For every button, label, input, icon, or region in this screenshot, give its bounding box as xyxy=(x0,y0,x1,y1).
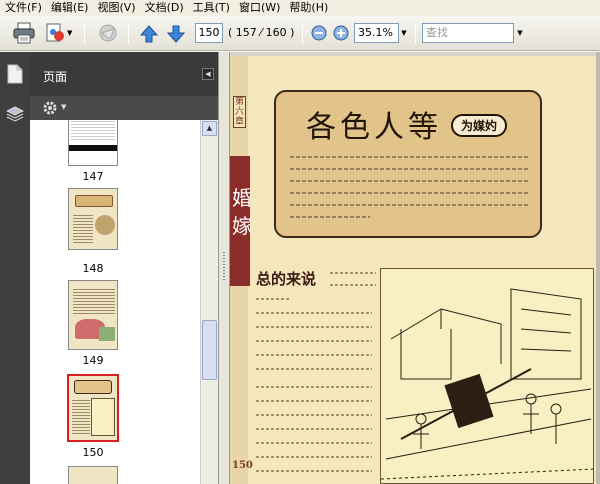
text-line xyxy=(256,340,372,342)
toolbar: ▼ 150 ( 157 ⁄ 160 ) 35.1% ▼ 查找 ▼ xyxy=(0,16,600,51)
text-line xyxy=(290,156,530,158)
toolbar-separator xyxy=(302,24,303,44)
menu-document[interactable]: 文档(D) xyxy=(144,1,192,15)
chapter-tag: 第六章 xyxy=(233,96,246,128)
panel-splitter[interactable] xyxy=(218,52,230,484)
page-title: 各色人等 xyxy=(306,110,442,145)
pages-panel-header: 页面 ◀ xyxy=(30,52,218,96)
text-line xyxy=(256,442,372,444)
document-view[interactable]: 第六章 婚嫁 各色人等 为媒妁 总的来说 150 xyxy=(230,52,600,484)
prev-page-icon[interactable] xyxy=(139,24,159,47)
text-line xyxy=(290,192,530,194)
thumbnail-label: 149 xyxy=(82,354,104,367)
text-line xyxy=(256,368,372,370)
options-dropdown-icon[interactable]: ▼ xyxy=(61,103,66,111)
layers-panel-icon[interactable] xyxy=(5,106,25,125)
text-line xyxy=(290,204,530,206)
scroll-thumb[interactable] xyxy=(202,320,217,380)
search-input[interactable]: 查找 xyxy=(422,23,514,43)
toolbar-separator xyxy=(128,24,129,44)
navigation-strip xyxy=(0,52,30,484)
zoom-dropdown-icon[interactable]: ▼ xyxy=(399,23,409,43)
page-title-box: 各色人等 为媒妁 xyxy=(274,90,542,238)
toolbar-separator xyxy=(84,24,85,44)
scroll-up-icon[interactable]: ▲ xyxy=(202,121,217,136)
send-disabled-icon xyxy=(96,23,120,46)
menu-help[interactable]: 帮助(H) xyxy=(288,1,336,15)
menu-file[interactable]: 文件(F) xyxy=(4,1,50,15)
thumbnail-page-151[interactable] xyxy=(68,466,118,484)
toolbar-separator xyxy=(415,24,416,44)
thumbnail-label: 150 xyxy=(82,446,104,459)
text-line xyxy=(256,414,372,416)
next-page-icon[interactable] xyxy=(166,24,186,47)
search-dropdown-icon[interactable]: ▼ xyxy=(514,23,526,43)
menu-edit[interactable]: 编辑(E) xyxy=(50,1,97,15)
menu-tools[interactable]: 工具(T) xyxy=(192,1,238,15)
text-line xyxy=(256,470,372,472)
thumbnail-page-148[interactable] xyxy=(68,188,118,250)
text-line xyxy=(290,168,530,170)
collapse-panel-icon[interactable]: ◀ xyxy=(202,68,214,80)
menu-bar: 文件(F) 编辑(E) 视图(V) 文档(D) 工具(T) 窗口(W) 帮助(H… xyxy=(0,0,600,16)
pdf-page: 第六章 婚嫁 各色人等 为媒妁 总的来说 150 xyxy=(230,56,596,484)
text-line xyxy=(256,298,290,300)
side-title: 婚嫁 xyxy=(232,186,252,238)
thumbnail-page-150[interactable] xyxy=(67,374,119,442)
pages-panel-icon[interactable] xyxy=(7,64,23,87)
section-heading: 总的来说 xyxy=(256,270,317,288)
page-number-input[interactable]: 150 xyxy=(195,23,223,43)
text-line xyxy=(256,326,372,328)
thumbnail-page-149[interactable] xyxy=(68,280,118,350)
gear-icon[interactable] xyxy=(42,100,58,119)
text-line xyxy=(330,284,376,286)
text-line xyxy=(256,312,372,314)
thumbnails-list: 147 148 149 150 xyxy=(30,120,200,484)
page-count: ( 157 ⁄ 160 ) xyxy=(228,26,295,39)
thumbnail-label: 147 xyxy=(82,170,104,183)
text-line xyxy=(256,428,372,430)
page-shadow xyxy=(596,52,600,484)
text-line xyxy=(256,386,372,388)
print-icon[interactable] xyxy=(12,22,36,47)
menu-window[interactable]: 窗口(W) xyxy=(238,1,288,15)
text-line xyxy=(256,400,372,402)
title-tag: 为媒妁 xyxy=(451,114,508,137)
panel-options-bar: ▼ xyxy=(30,96,218,120)
text-line xyxy=(290,216,370,218)
zoom-out-icon[interactable] xyxy=(311,25,327,44)
acrobat-share-icon[interactable] xyxy=(44,22,66,47)
thumbnail-page-147[interactable] xyxy=(68,120,118,166)
pages-panel-title: 页面 xyxy=(43,70,68,84)
zoom-input[interactable]: 35.1% xyxy=(354,23,399,43)
menu-view[interactable]: 视图(V) xyxy=(96,1,143,15)
share-dropdown-icon[interactable]: ▼ xyxy=(67,29,72,37)
text-line xyxy=(256,354,372,356)
text-line xyxy=(256,456,372,458)
page-number-label: 150 xyxy=(232,460,253,471)
illustration-wedding-sedan xyxy=(380,268,596,484)
thumbnail-label: 148 xyxy=(82,262,104,275)
zoom-in-icon[interactable] xyxy=(333,25,349,44)
text-line xyxy=(290,180,530,182)
text-line xyxy=(330,272,376,274)
thumbnails-scrollbar[interactable]: ▲ xyxy=(200,120,218,484)
